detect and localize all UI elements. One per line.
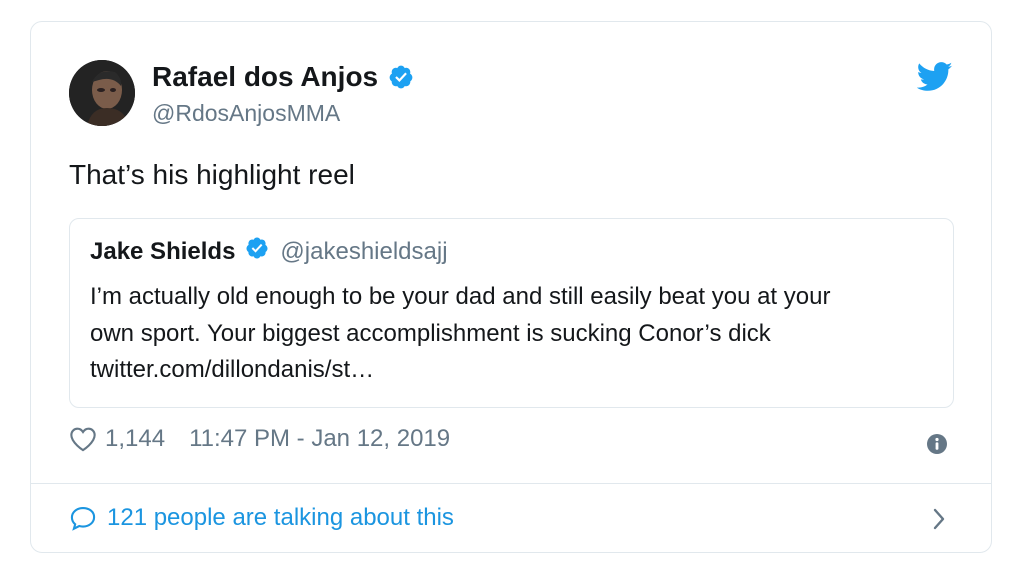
- quoted-tweet[interactable]: Jake Shields @jakeshieldsajj I’m actuall…: [69, 218, 954, 408]
- quoted-author-name: Jake Shields: [90, 238, 236, 265]
- author-handle[interactable]: @RdosAnjosMMA: [152, 98, 340, 128]
- conversation-text[interactable]: 121 people are talking about this: [107, 503, 454, 533]
- tweet-meta: 1,144 11:47 PM - Jan 12, 2019: [69, 424, 450, 454]
- divider: [31, 483, 991, 484]
- quoted-tweet-line: own sport. Your biggest accomplishment i…: [90, 319, 771, 347]
- quoted-tweet-line: I’m actually old enough to be your dad a…: [90, 283, 831, 310]
- chevron-right-icon[interactable]: [931, 506, 947, 532]
- tweet-text: That’s his highlight reel: [69, 159, 355, 190]
- quoted-author-handle: @jakeshieldsajj: [280, 238, 448, 265]
- quoted-tweet-header: Jake Shields @jakeshieldsajj: [90, 236, 448, 268]
- verified-badge-icon: [388, 64, 414, 90]
- speech-bubble-icon: [69, 505, 97, 531]
- tweet-card[interactable]: Rafael dos Anjos @RdosAnjosMMA That’s hi…: [30, 21, 992, 553]
- quoted-tweet-link[interactable]: twitter.com/dillondanis/st…: [90, 352, 920, 389]
- heart-icon: [69, 426, 97, 452]
- quoted-tweet-text: I’m actually old enough to be your dad a…: [90, 279, 920, 389]
- conversation-link[interactable]: 121 people are talking about this: [69, 503, 454, 533]
- author-name-text[interactable]: Rafael dos Anjos: [152, 59, 378, 95]
- author-display-name[interactable]: Rafael dos Anjos: [152, 59, 414, 95]
- author-avatar[interactable]: [69, 60, 135, 126]
- twitter-bird-icon[interactable]: [916, 62, 953, 97]
- info-icon[interactable]: [927, 434, 947, 454]
- like-button[interactable]: 1,144: [69, 424, 165, 454]
- tweet-timestamp[interactable]: 11:47 PM - Jan 12, 2019: [189, 424, 450, 454]
- like-count: 1,144: [105, 425, 166, 452]
- verified-badge-icon: [245, 236, 269, 268]
